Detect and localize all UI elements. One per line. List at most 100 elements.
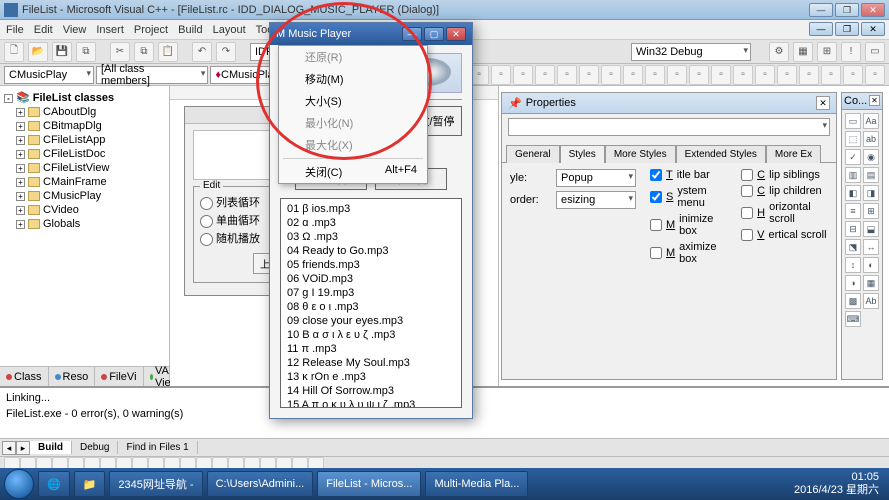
out-nav-next-icon[interactable]: ▸ <box>16 441 30 455</box>
check-maximize-box[interactable]: Maximize box <box>650 241 727 265</box>
playlist-item[interactable]: 11 π .mp3 <box>287 342 455 356</box>
playlist-item[interactable]: 08 θ ε ο ι .mp3 <box>287 300 455 314</box>
tab-resource[interactable]: Reso <box>49 367 96 386</box>
tool-b-icon[interactable]: ▦ <box>793 42 813 62</box>
open-icon[interactable]: 📂 <box>28 42 48 62</box>
playlist-item[interactable]: 14 Hill Of Sorrow.mp3 <box>287 384 455 398</box>
toolbox-tool-22[interactable]: ⌨ <box>845 311 861 327</box>
check-minimize-box[interactable]: Minimize box <box>650 213 727 237</box>
playlist-item[interactable]: 13 κ rOn e .mp3 <box>287 370 455 384</box>
tree-item-caboutdlg[interactable]: +CAboutDlg <box>2 105 167 119</box>
align-tool-16[interactable]: ▫ <box>711 65 731 85</box>
style-combo[interactable]: Popup <box>556 169 636 187</box>
tab-extended-styles[interactable]: Extended Styles <box>676 145 766 163</box>
check-system-menu[interactable]: System menu <box>650 185 727 209</box>
menu-insert[interactable]: Insert <box>96 24 124 36</box>
tab-styles[interactable]: Styles <box>560 145 605 163</box>
align-tool-20[interactable]: ▫ <box>799 65 819 85</box>
tree-root[interactable]: -📚 FileList classes <box>2 90 167 105</box>
tab-fileview[interactable]: FileVi <box>95 367 143 386</box>
playlist-item[interactable]: 05 friends.mp3 <box>287 258 455 272</box>
playlist-item[interactable]: 15 Α π ο κ υ λ υ ψ ι ζ .mp3 <box>287 398 455 408</box>
music-titlebar[interactable]: M Music Player — ▢ ✕ <box>270 23 472 45</box>
toolbox-tool-20[interactable]: ▩ <box>845 293 861 309</box>
out-tab-build[interactable]: Build <box>30 441 72 454</box>
toolbox-tool-16[interactable]: ↕ <box>845 257 861 273</box>
align-tool-17[interactable]: ▫ <box>733 65 753 85</box>
toolbox-close-icon[interactable]: ✕ <box>869 95 880 106</box>
check-vertical-scroll[interactable]: Vertical scroll <box>741 229 828 241</box>
menu-layout[interactable]: Layout <box>213 24 246 36</box>
mdi-close-button[interactable]: ✕ <box>861 22 885 36</box>
music-maximize-button[interactable]: ▢ <box>424 27 444 41</box>
playlist-item[interactable]: 07 g I 19.mp3 <box>287 286 455 300</box>
redo-icon[interactable]: ↷ <box>216 42 236 62</box>
tree-item-cvideo[interactable]: +CVideo <box>2 203 167 217</box>
toolbox-tool-4[interactable]: ✓ <box>845 149 861 165</box>
tab-more-styles[interactable]: More Styles <box>605 145 676 163</box>
playlist-item[interactable]: 04 Ready to Go.mp3 <box>287 244 455 258</box>
toolbox-tool-2[interactable]: ⬚ <box>845 131 861 147</box>
toolbox-tool-11[interactable]: ⊞ <box>863 203 879 219</box>
task-pin-1[interactable]: 🌐 <box>38 471 70 497</box>
check-horizontal-scroll[interactable]: Horizontal scroll <box>741 201 828 225</box>
toolbox-tool-18[interactable]: ◑ <box>845 275 861 291</box>
toolbox-tool-21[interactable]: Ab <box>863 293 879 309</box>
playlist-item[interactable]: 09 close your eyes.mp3 <box>287 314 455 328</box>
restore-button[interactable]: ❐ <box>835 3 859 17</box>
menu-edit[interactable]: Edit <box>34 24 53 36</box>
align-tool-10[interactable]: ▫ <box>579 65 599 85</box>
playlist-item[interactable]: 06 VOiD.mp3 <box>287 272 455 286</box>
out-nav-prev-icon[interactable]: ◂ <box>2 441 16 455</box>
undo-icon[interactable]: ↶ <box>192 42 212 62</box>
close-button[interactable]: ✕ <box>861 3 885 17</box>
copy-icon[interactable]: ⧉ <box>134 42 154 62</box>
check-clip-children[interactable]: Clip children <box>741 185 828 197</box>
tool-d-icon[interactable]: ! <box>841 42 861 62</box>
align-tool-7[interactable]: ▫ <box>513 65 533 85</box>
menu-file[interactable]: File <box>6 24 24 36</box>
tab-general[interactable]: General <box>506 145 560 163</box>
toolbox-tool-7[interactable]: ▤ <box>863 167 879 183</box>
cut-icon[interactable]: ✂ <box>110 42 130 62</box>
mdi-restore-button[interactable]: ❐ <box>835 22 859 36</box>
playlist-item[interactable]: 02 ɑ .mp3 <box>287 216 455 230</box>
tool-a-icon[interactable]: ⚙ <box>769 42 789 62</box>
music-player-window[interactable]: M Music Player — ▢ ✕ 还原(R)移动(M)大小(S)最小化(… <box>269 22 473 419</box>
menu-project[interactable]: Project <box>134 24 168 36</box>
toolbox-tool-0[interactable]: ▭ <box>845 113 861 129</box>
menu-view[interactable]: View <box>63 24 87 36</box>
start-button[interactable] <box>4 469 34 499</box>
task-item-3[interactable]: FileList - Micros... <box>317 471 421 497</box>
toolbox-tool-15[interactable]: ↔ <box>863 239 879 255</box>
playlist-item[interactable]: 12 Release My Soul.mp3 <box>287 356 455 370</box>
align-tool-8[interactable]: ▫ <box>535 65 555 85</box>
toolbox-tool-3[interactable]: ab <box>863 131 879 147</box>
toolbox-tool-14[interactable]: ⬔ <box>845 239 861 255</box>
minimize-button[interactable]: — <box>809 3 833 17</box>
align-tool-6[interactable]: ▫ <box>491 65 511 85</box>
tree-item-cmusicplay[interactable]: +CMusicPlay <box>2 189 167 203</box>
align-tool-13[interactable]: ▫ <box>645 65 665 85</box>
props-id-combo[interactable] <box>508 118 830 136</box>
build-config-combo[interactable]: Win32 Debug <box>631 43 751 61</box>
props-close-icon[interactable]: ✕ <box>816 96 830 110</box>
playlist[interactable]: 01 β ios.mp302 ɑ .mp303 Ω .mp304 Ready t… <box>280 198 462 408</box>
border-combo[interactable]: esizing <box>556 191 636 209</box>
sys-menu-close[interactable]: 关闭(C)Alt+F4 <box>279 161 427 183</box>
toolbox-tool-13[interactable]: ⬓ <box>863 221 879 237</box>
toolbox-tool-1[interactable]: Aa <box>863 113 879 129</box>
align-tool-9[interactable]: ▫ <box>557 65 577 85</box>
tab-classview[interactable]: Class <box>0 367 49 386</box>
align-tool-19[interactable]: ▫ <box>777 65 797 85</box>
toolbox-tool-9[interactable]: ◨ <box>863 185 879 201</box>
align-tool-22[interactable]: ▫ <box>843 65 863 85</box>
toolbox-tool-12[interactable]: ⊟ <box>845 221 861 237</box>
tool-c-icon[interactable]: ⊞ <box>817 42 837 62</box>
music-minimize-button[interactable]: — <box>402 27 422 41</box>
tree-item-cmainframe[interactable]: +CMainFrame <box>2 175 167 189</box>
saveall-icon[interactable]: ⧉ <box>76 42 96 62</box>
member-combo[interactable]: [All class members] <box>96 66 208 84</box>
toolbox-tool-19[interactable]: ▦ <box>863 275 879 291</box>
align-tool-14[interactable]: ▫ <box>667 65 687 85</box>
